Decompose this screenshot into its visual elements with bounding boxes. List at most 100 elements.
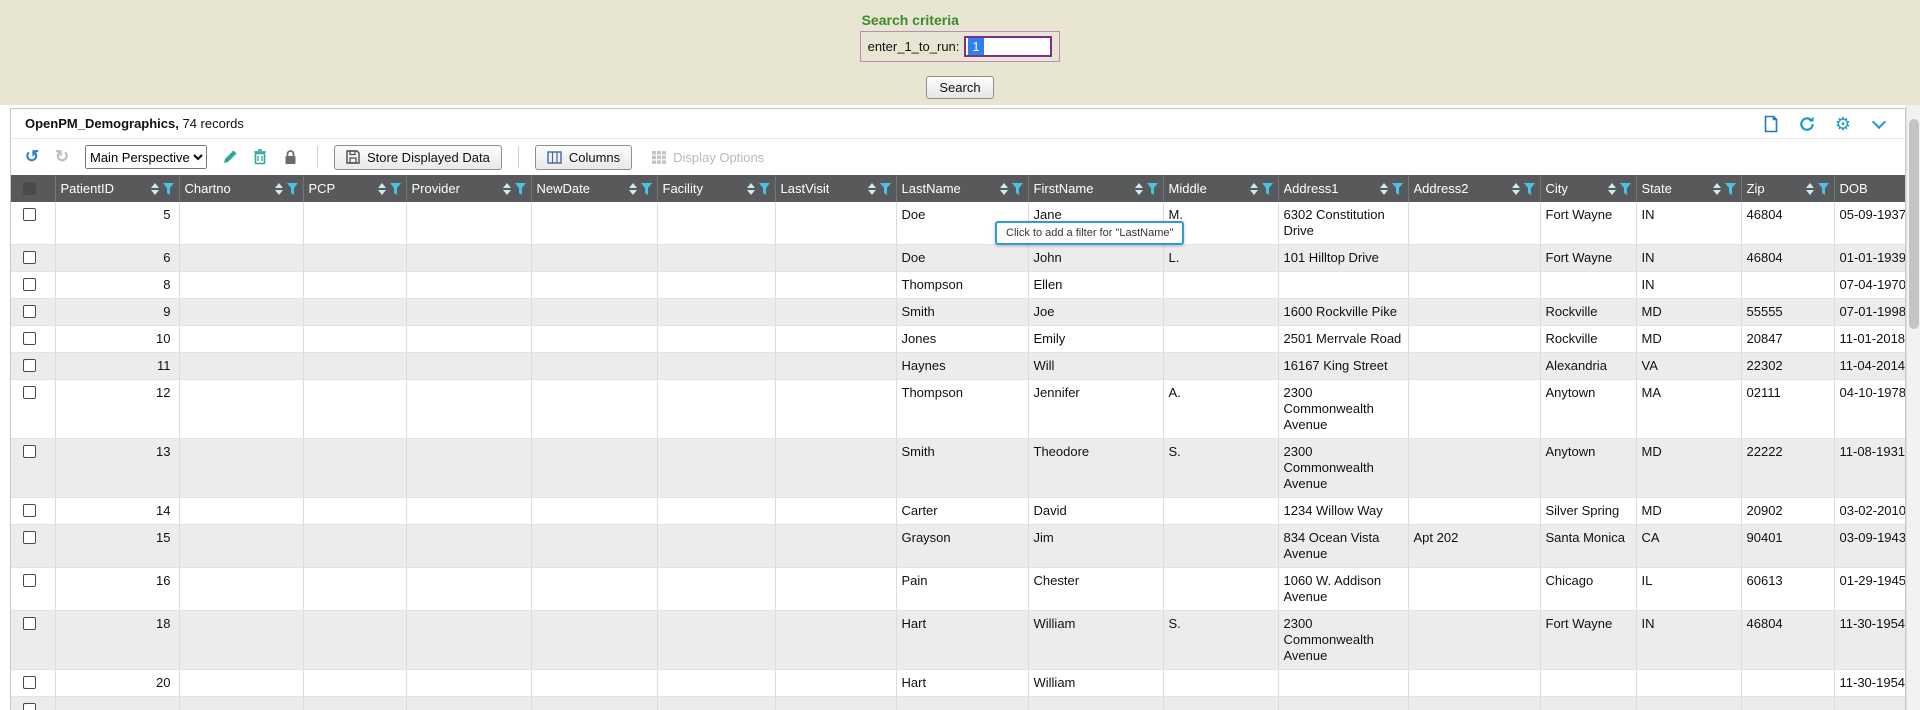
cell-zip: 20847 (1741, 326, 1834, 353)
sort-icon[interactable] (1512, 183, 1520, 195)
search-button[interactable]: Search (926, 76, 993, 99)
filter-icon[interactable] (641, 183, 652, 195)
row-checkbox[interactable] (23, 676, 36, 689)
gear-icon[interactable]: ⚙ (1833, 114, 1853, 134)
cell-facility (657, 299, 775, 326)
cell-firstname: Joe (1028, 299, 1163, 326)
filter-icon[interactable] (1147, 183, 1158, 195)
filter-icon[interactable] (1012, 183, 1023, 195)
results-panel: OpenPM_Demographics, 74 records ⚙ ↺ ↻ Ma… (10, 108, 1906, 710)
filter-icon[interactable] (880, 183, 891, 195)
cell-lastname: Thompson (896, 380, 1028, 439)
column-header-middle[interactable]: Middle (1163, 175, 1278, 202)
column-header-address1[interactable]: Address1 (1278, 175, 1408, 202)
row-checkbox[interactable] (23, 208, 36, 221)
store-displayed-data-button[interactable]: Store Displayed Data (334, 145, 502, 170)
lock-icon[interactable] (279, 146, 301, 168)
filter-icon[interactable] (287, 183, 298, 195)
column-header-facility[interactable]: Facility (657, 175, 775, 202)
cell-zip: 55555 (1741, 299, 1834, 326)
cell-dob: 07-01-1998 (1834, 299, 1905, 326)
filter-icon[interactable] (163, 183, 174, 195)
column-header-address2[interactable]: Address2 (1408, 175, 1540, 202)
filter-icon[interactable] (1262, 183, 1273, 195)
column-header-city[interactable]: City (1540, 175, 1636, 202)
filter-icon[interactable] (1392, 183, 1403, 195)
row-checkbox[interactable] (23, 504, 36, 517)
redo-icon[interactable]: ↻ (51, 146, 73, 168)
sort-icon[interactable] (1713, 183, 1721, 195)
cell-lastvisit (775, 498, 896, 525)
filter-icon[interactable] (515, 183, 526, 195)
sort-icon[interactable] (378, 183, 386, 195)
column-header-firstname[interactable]: FirstName (1028, 175, 1163, 202)
column-header-state[interactable]: State (1636, 175, 1741, 202)
cell-firstname: William (1028, 670, 1163, 697)
sort-icon[interactable] (1250, 183, 1258, 195)
cell-lastvisit (775, 670, 896, 697)
cell-address1: 1600 Rockville Pike (1278, 299, 1408, 326)
filter-icon[interactable] (1620, 183, 1631, 195)
column-header-pcp[interactable]: PCP (303, 175, 406, 202)
cell-city: Silver Spring (1540, 498, 1636, 525)
column-header-lastname[interactable]: LastName (896, 175, 1028, 202)
row-checkbox[interactable] (23, 278, 36, 291)
sort-icon[interactable] (868, 183, 876, 195)
sort-icon[interactable] (629, 183, 637, 195)
column-header-dob[interactable]: DOB (1834, 175, 1905, 202)
filter-icon[interactable] (1524, 183, 1535, 195)
perspective-select[interactable]: Main Perspective (85, 145, 207, 169)
row-checkbox[interactable] (23, 359, 36, 372)
column-header-zip[interactable]: Zip (1741, 175, 1834, 202)
row-checkbox[interactable] (23, 332, 36, 345)
cell-address1 (1278, 670, 1408, 697)
undo-icon[interactable]: ↺ (21, 146, 43, 168)
document-icon[interactable] (1761, 114, 1781, 134)
cell-lastname: Jones (896, 326, 1028, 353)
cell-address2 (1408, 670, 1540, 697)
run-input[interactable]: 1 (964, 36, 1052, 57)
row-checkbox[interactable] (23, 703, 36, 710)
sort-icon[interactable] (1000, 183, 1008, 195)
column-header-lastvisit[interactable]: LastVisit (775, 175, 896, 202)
sort-icon[interactable] (747, 183, 755, 195)
column-label: PatientID (61, 181, 114, 196)
chevron-down-icon[interactable] (1869, 114, 1889, 134)
table-row: 9SmithJoe1600 Rockville PikeRockvilleMD5… (11, 299, 1905, 326)
select-all-checkbox[interactable] (23, 182, 36, 195)
cell-address2 (1408, 498, 1540, 525)
sort-icon[interactable] (1135, 183, 1143, 195)
row-checkbox[interactable] (23, 251, 36, 264)
column-label: Zip (1747, 181, 1765, 196)
trash-icon[interactable] (249, 146, 271, 168)
refresh-icon[interactable] (1797, 114, 1817, 134)
filter-icon[interactable] (1725, 183, 1736, 195)
filter-icon[interactable] (390, 183, 401, 195)
filter-icon[interactable] (1818, 183, 1829, 195)
cell-city: Rockville (1540, 299, 1636, 326)
sort-icon[interactable] (1608, 183, 1616, 195)
row-checkbox[interactable] (23, 305, 36, 318)
sort-icon[interactable] (1806, 183, 1814, 195)
sort-icon[interactable] (275, 183, 283, 195)
column-header-newdate[interactable]: NewDate (531, 175, 657, 202)
vertical-scrollbar[interactable] (1906, 105, 1920, 710)
row-checkbox[interactable] (23, 531, 36, 544)
table-row (11, 697, 1905, 710)
column-header-chartno[interactable]: Chartno (179, 175, 303, 202)
pencil-icon[interactable] (219, 146, 241, 168)
cell-firstname: Emily (1028, 326, 1163, 353)
columns-button[interactable]: Columns (535, 145, 632, 170)
sort-icon[interactable] (151, 183, 159, 195)
cell-provider (406, 498, 531, 525)
sort-icon[interactable] (1380, 183, 1388, 195)
sort-icon[interactable] (503, 183, 511, 195)
scrollbar-thumb[interactable] (1909, 119, 1919, 329)
row-checkbox[interactable] (23, 574, 36, 587)
column-header-patientid[interactable]: PatientID (55, 175, 179, 202)
column-header-provider[interactable]: Provider (406, 175, 531, 202)
filter-icon[interactable] (759, 183, 770, 195)
row-checkbox[interactable] (23, 445, 36, 458)
row-checkbox[interactable] (23, 617, 36, 630)
row-checkbox[interactable] (23, 386, 36, 399)
